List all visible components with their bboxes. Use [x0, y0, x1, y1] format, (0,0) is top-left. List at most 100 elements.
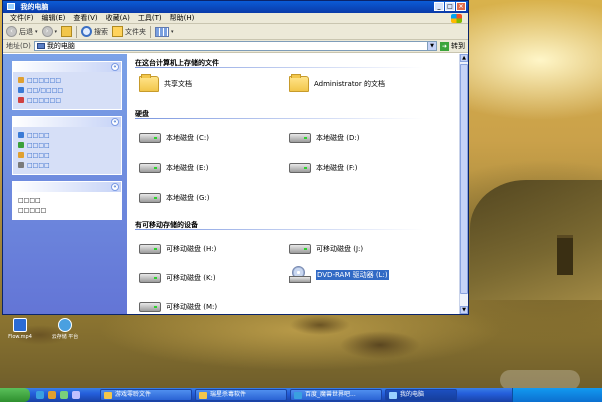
taskbar-item-label: 我的电脑: [400, 391, 425, 398]
drive-label: 本地磁盘 (G:): [166, 194, 210, 202]
address-input[interactable]: 我的电脑 ▼: [33, 41, 437, 51]
group-divider: [135, 118, 455, 119]
quick-launch-desktop-icon[interactable]: [48, 391, 56, 399]
toolbar: ‹ 后退 ▾ › ▾ 搜索 文件夹 ▾: [3, 24, 468, 40]
removable-item-j[interactable]: 可移动磁盘 (J:): [289, 244, 363, 254]
taskbar-item-game-files[interactable]: 游戏零聆文件: [100, 389, 192, 401]
go-button[interactable]: ➜ 转到: [440, 41, 465, 51]
computer-icon: [389, 392, 397, 399]
hard-drive-icon: [289, 163, 311, 173]
drive-item-f[interactable]: 本地磁盘 (F:): [289, 163, 358, 173]
back-button[interactable]: ‹ 后退 ▾: [6, 26, 38, 37]
menu-tools[interactable]: 工具(T): [134, 13, 166, 23]
taskbar: 游戏零聆文件 瑞星杀毒软件 百度_魔兽世界吧... 我的电脑: [0, 388, 602, 402]
drive-label: 可移动磁盘 (J:): [316, 245, 364, 253]
panel-link-label: □□/□□□□: [27, 86, 64, 94]
scroll-thumb[interactable]: [460, 64, 468, 294]
panel-link[interactable]: □□□□: [18, 130, 116, 140]
back-arrow-icon: ‹: [6, 26, 17, 37]
task-icon: [18, 77, 24, 83]
collapse-chevron-icon[interactable]: «: [111, 183, 119, 191]
removable-drive-icon: [139, 244, 161, 254]
drive-label: 可移动磁盘 (M:): [166, 303, 218, 311]
chevron-down-icon: ▾: [35, 28, 38, 35]
removable-item-m[interactable]: 可移动磁盘 (M:): [139, 302, 217, 312]
quick-launch-ie-icon[interactable]: [36, 391, 44, 399]
drive-label: 本地磁盘 (D:): [316, 134, 360, 142]
folder-icon: [112, 26, 124, 37]
group-divider: [135, 67, 455, 68]
title-bar[interactable]: 我的电脑 _ □ ×: [3, 1, 468, 13]
taskbar-item-browser[interactable]: 百度_魔兽世界吧...: [290, 389, 382, 401]
menu-view[interactable]: 查看(V): [69, 13, 101, 23]
minimize-button[interactable]: _: [434, 2, 444, 11]
menu-file[interactable]: 文件(F): [6, 13, 38, 23]
removable-drive-icon: [139, 302, 161, 312]
details-line: □□□□: [18, 195, 116, 205]
folder-item-admin-docs[interactable]: Administrator 的文档: [289, 74, 385, 92]
window-title: 我的电脑: [20, 3, 49, 11]
collapse-chevron-icon[interactable]: «: [111, 118, 119, 126]
video-file-icon: [13, 318, 27, 332]
panel-link[interactable]: □□/□□□□: [18, 85, 116, 95]
drive-item-c[interactable]: 本地磁盘 (C:): [139, 133, 209, 143]
drive-item-d[interactable]: 本地磁盘 (D:): [289, 133, 359, 143]
panel-link[interactable]: □□□□: [18, 140, 116, 150]
drive-item-g[interactable]: 本地磁盘 (G:): [139, 193, 209, 203]
folders-button[interactable]: 文件夹: [112, 26, 146, 37]
desktop-icon-cloud[interactable]: 云存储 平台: [45, 318, 85, 340]
chevron-down-icon: ▾: [54, 28, 58, 35]
collapse-chevron-icon[interactable]: «: [111, 63, 119, 71]
drive-item-e[interactable]: 本地磁盘 (E:): [139, 163, 208, 173]
taskbar-item-my-computer[interactable]: 我的电脑: [385, 389, 457, 401]
removable-item-k[interactable]: 可移动磁盘 (K:): [139, 273, 216, 283]
desktop-hill: [470, 180, 602, 300]
folder-item-shared-docs[interactable]: 共享文档: [139, 74, 192, 92]
folder-icon: [104, 392, 112, 399]
toolbar-separator: [150, 25, 152, 38]
address-dropdown-button[interactable]: ▼: [427, 42, 436, 50]
views-button[interactable]: ▾: [155, 26, 174, 37]
forward-button[interactable]: › ▾: [41, 26, 58, 37]
panel-header[interactable]: «: [13, 117, 121, 127]
go-label: 转到: [451, 42, 465, 50]
drive-label: 本地磁盘 (F:): [316, 164, 358, 172]
panel-link[interactable]: □□□□□□: [18, 95, 116, 105]
panel-header[interactable]: «: [13, 182, 121, 192]
removable-drive-icon: [139, 273, 161, 283]
removable-item-h[interactable]: 可移动磁盘 (H:): [139, 244, 216, 254]
menu-edit[interactable]: 编辑(E): [38, 13, 70, 23]
taskbar-item-rising-antivirus[interactable]: 瑞星杀毒软件: [195, 389, 287, 401]
panel-link[interactable]: □□□□: [18, 150, 116, 160]
scroll-down-button[interactable]: ▼: [460, 306, 468, 314]
task-panel-details: « □□□□ □□□□□: [12, 181, 122, 220]
watermark: [500, 370, 580, 390]
scroll-up-button[interactable]: ▲: [460, 54, 468, 62]
vertical-scrollbar[interactable]: ▲ ▼: [459, 54, 468, 314]
panel-header[interactable]: «: [13, 62, 121, 72]
desktop-icon-video[interactable]: Flow.mp4: [0, 318, 40, 340]
up-button[interactable]: [61, 26, 73, 37]
taskbar-item-label: 瑞星杀毒软件: [210, 391, 247, 398]
drive-label: 可移动磁盘 (K:): [166, 274, 216, 282]
removable-drive-icon: [289, 244, 311, 254]
panel-link[interactable]: □□□□: [18, 160, 116, 170]
quick-launch-media-icon[interactable]: [60, 391, 68, 399]
maximize-button[interactable]: □: [445, 2, 455, 11]
windows-logo-icon: [451, 14, 462, 23]
menu-favorites[interactable]: 收藏(A): [102, 13, 134, 23]
address-value: 我的电脑: [46, 42, 75, 50]
panel-link[interactable]: □□□□□□: [18, 75, 116, 85]
task-pane: « □□□□□□ □□/□□□□ □□□□□□ « □□□□ □□□□ □□□□…: [3, 54, 127, 314]
toolbar-separator: [76, 25, 78, 38]
quick-launch-app-icon[interactable]: [72, 391, 80, 399]
dvd-drive-icon: [289, 266, 311, 284]
dvd-item-l[interactable]: DVD-RAM 驱动器 (L:): [289, 266, 389, 284]
task-panel-other-places: « □□□□ □□□□ □□□□ □□□□: [12, 116, 122, 175]
search-button[interactable]: 搜索: [81, 26, 108, 37]
taskbar-item-label: 百度_魔兽世界吧...: [305, 391, 356, 398]
start-button[interactable]: [0, 388, 30, 402]
close-button[interactable]: ×: [456, 2, 466, 11]
desktop-tower: [557, 235, 573, 275]
menu-help[interactable]: 帮助(H): [166, 13, 199, 23]
